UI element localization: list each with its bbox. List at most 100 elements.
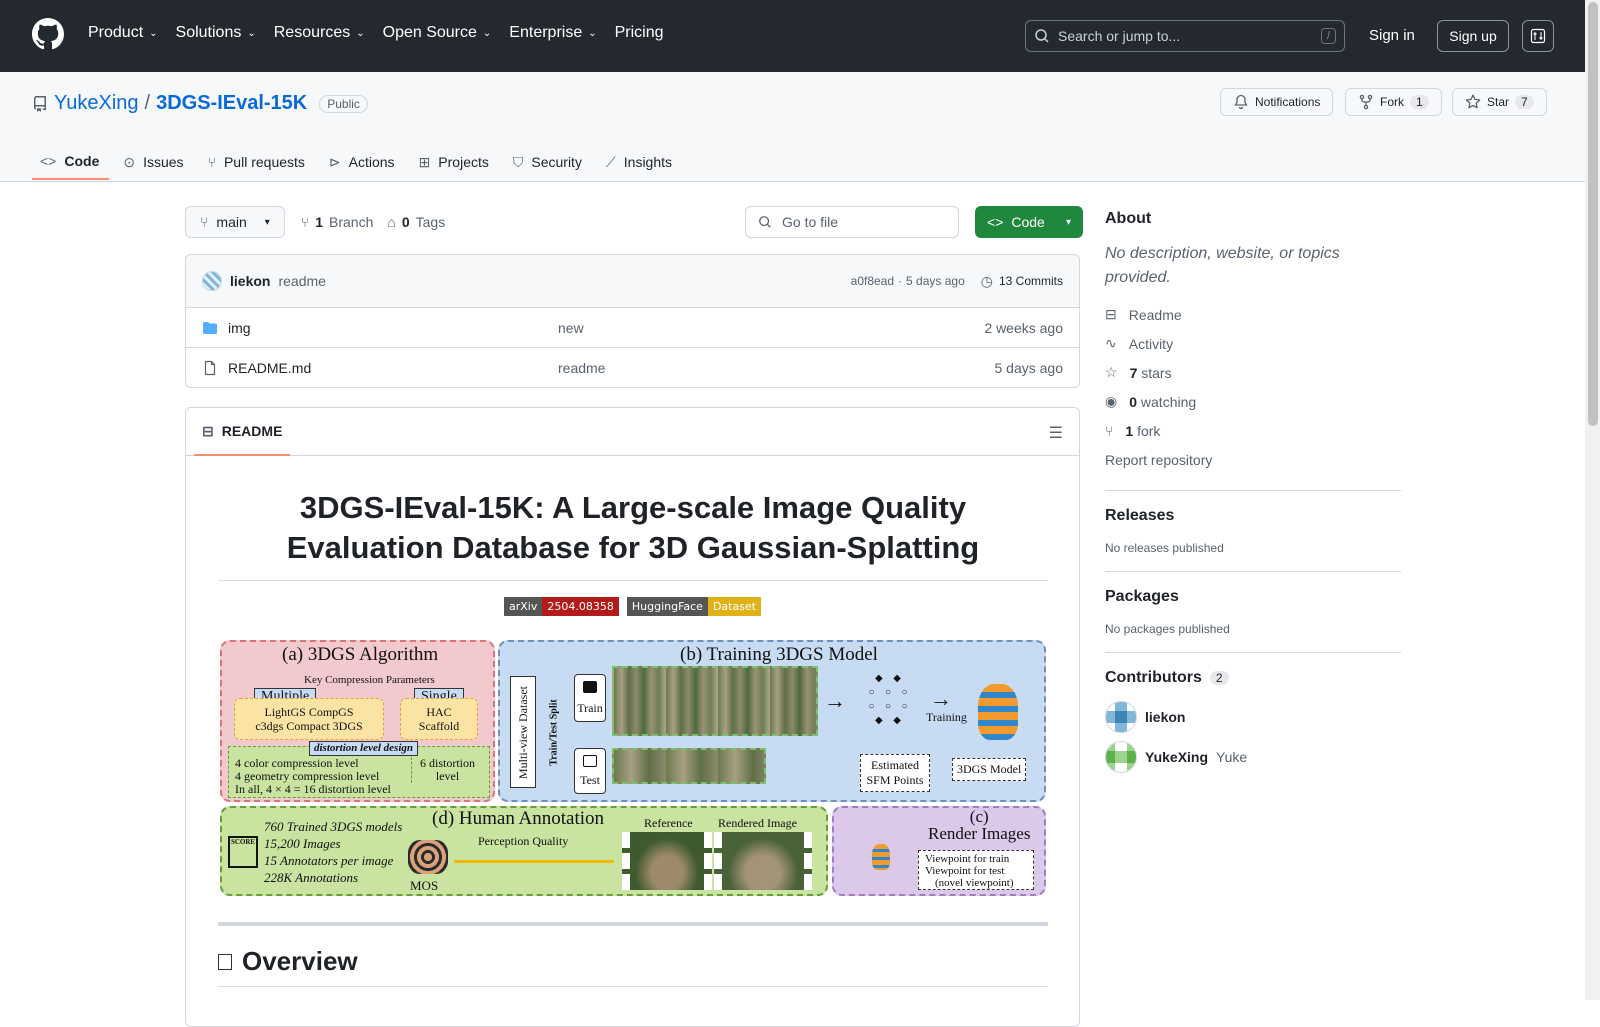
activity-link[interactable]: ∿ Activity	[1105, 329, 1401, 358]
commit-separator: ·	[898, 274, 903, 288]
commit-author-link[interactable]: liekon	[230, 273, 270, 289]
github-logo-icon[interactable]	[32, 18, 64, 50]
tab-issues[interactable]: ⊙ Issues	[115, 144, 193, 180]
avatar[interactable]	[202, 271, 222, 291]
nav-open-source[interactable]: Open Source ⌄	[383, 24, 492, 42]
star-icon	[1465, 94, 1481, 109]
avatar	[1105, 701, 1137, 733]
commits-link[interactable]: ◷ 13 Commits	[981, 273, 1063, 290]
rating-slider	[454, 860, 614, 863]
chevron-down-icon: ⌄	[482, 27, 492, 39]
file-commit-message[interactable]: readme	[558, 360, 605, 376]
star-count: 7	[1515, 95, 1534, 109]
fork-button[interactable]: Fork 1	[1345, 88, 1442, 116]
commit-message-link[interactable]: readme	[278, 273, 325, 289]
panel-d: (d) Human Annotation 760 Trained 3DGS mo…	[220, 806, 828, 896]
multiple-box: LightGS CompGS c3dgs Compact 3DGS	[234, 698, 384, 740]
contributor-name: Yuke	[1216, 749, 1248, 765]
huggingface-badge[interactable]: HuggingFace Dataset	[626, 597, 762, 616]
title-line: 3DGS-IEval-15K: A Large-scale Image Qual…	[299, 490, 967, 525]
outline-list-icon[interactable]: ☰	[1049, 423, 1063, 443]
notifications-button[interactable]: Notifications	[1220, 88, 1334, 116]
tab-actions[interactable]: ⊳ Actions	[321, 144, 405, 180]
search-icon	[1035, 29, 1049, 43]
contributor-item[interactable]: YukeXing Yuke	[1105, 741, 1401, 773]
train-images	[612, 666, 818, 736]
method-list: c3dgs Compact 3DGS	[255, 719, 363, 733]
repo-icon	[33, 95, 46, 112]
legend-line: Viewpoint for train	[925, 853, 1010, 865]
packages-heading[interactable]: Packages	[1105, 588, 1401, 606]
readme-link[interactable]: ⊟ Readme	[1105, 300, 1401, 329]
tab-insights[interactable]: ⟋ Insights	[598, 144, 682, 180]
book-icon: ⊟	[1105, 306, 1117, 322]
readme-tab-label: README	[221, 423, 283, 439]
contributors-heading[interactable]: Contributors 2	[1105, 669, 1401, 687]
sign-up-button[interactable]: Sign up	[1437, 20, 1509, 52]
tab-pull-requests[interactable]: ⑂ Pull requests	[200, 144, 315, 180]
file-commit-message[interactable]: new	[558, 320, 584, 336]
nav-solutions[interactable]: Solutions ⌄	[176, 24, 256, 42]
star-button[interactable]: Star 7	[1452, 88, 1547, 116]
multiview-box: Multi-view Dataset	[510, 676, 536, 788]
repo-owner-link[interactable]: YukeXing	[54, 92, 139, 115]
nav-resources[interactable]: Resources ⌄	[274, 24, 365, 42]
stat-line: 760 Trained 3DGS models	[264, 819, 403, 834]
avatar	[1105, 741, 1137, 773]
table-icon: ⊞	[418, 153, 431, 170]
panel-a: (a) 3DGS Algorithm Key Compression Param…	[220, 640, 495, 802]
train-label: Train	[577, 701, 603, 715]
vase-icon	[978, 684, 1018, 740]
stat-line: 15 Annotators per image	[264, 853, 394, 868]
report-repository-link[interactable]: Report repository	[1105, 445, 1401, 474]
tab-readme[interactable]: ⊟ README	[194, 408, 291, 456]
scrollbar-thumb[interactable]	[1588, 2, 1598, 426]
file-row[interactable]: img new 2 weeks ago	[186, 307, 1079, 347]
go-to-file-input[interactable]: Go to file	[745, 206, 959, 238]
menu-toggle-button[interactable]	[1522, 20, 1554, 52]
reference-label: Reference	[644, 816, 693, 830]
file-name-link[interactable]: README.md	[228, 360, 558, 376]
readme-header: ⊟ README ☰	[186, 408, 1079, 456]
search-input[interactable]: Search or jump to... /	[1025, 20, 1345, 52]
file-row[interactable]: README.md readme 5 days ago	[186, 347, 1079, 387]
nav-label: Pricing	[614, 24, 664, 41]
branches-link[interactable]: ⑂ 1 Branch	[301, 214, 374, 230]
divider	[1105, 571, 1401, 572]
contributor-item[interactable]: liekon	[1105, 701, 1401, 733]
stars-link[interactable]: ☆ 7 stars	[1105, 358, 1401, 387]
repo-title: YukeXing / 3DGS-IEval-15K Public	[32, 92, 368, 115]
tab-security[interactable]: ⛉ Security	[505, 144, 592, 180]
nav-product[interactable]: Product ⌄	[88, 24, 158, 42]
annotators-icon	[408, 840, 448, 874]
tab-code[interactable]: <> Code	[32, 144, 110, 180]
tab-label: Issues	[143, 154, 184, 170]
visibility-badge: Public	[319, 94, 368, 113]
forks-link[interactable]: ⑂ 1 fork	[1105, 416, 1401, 445]
bell-icon	[1234, 94, 1248, 110]
tab-projects[interactable]: ⊞ Projects	[411, 144, 499, 180]
stars-count: 7	[1129, 364, 1138, 381]
code-dropdown-button[interactable]: <> Code ▾	[975, 206, 1083, 238]
file-name-link[interactable]: img	[228, 320, 558, 336]
nav-enterprise[interactable]: Enterprise ⌄	[509, 24, 596, 42]
repo-name-link[interactable]: 3DGS-IEval-15K	[156, 92, 307, 115]
nav-label: Solutions	[175, 24, 242, 41]
tag-icon: ⌂	[387, 214, 396, 230]
nav-pricing[interactable]: Pricing	[615, 24, 664, 42]
latest-commit-row: liekon readme a0f8ead · 5 days ago ◷ 13 …	[186, 255, 1079, 307]
commit-hash-link[interactable]: a0f8ead	[851, 274, 894, 288]
sign-in-link[interactable]: Sign in	[1369, 27, 1415, 44]
watchers-link[interactable]: ◉ 0 watching	[1105, 387, 1401, 416]
folder-icon	[203, 321, 217, 334]
branch-select-button[interactable]: ⑂ main ▾	[185, 206, 285, 238]
train-box: Train	[574, 674, 606, 722]
readme-panel: ⊟ README ☰ 3DGS-IEval-15K: A Large-scale…	[185, 407, 1080, 1027]
tags-link[interactable]: ⌂ 0 Tags	[387, 214, 445, 230]
code-icon: <>	[40, 153, 57, 169]
contributors-title: Contributors	[1105, 669, 1202, 686]
releases-empty: No releases published	[1105, 541, 1224, 555]
readme-title: 3DGS-IEval-15K: A Large-scale Image Qual…	[218, 488, 1048, 568]
arxiv-badge[interactable]: arXiv 2504.08358	[504, 597, 619, 616]
releases-heading[interactable]: Releases	[1105, 507, 1401, 525]
